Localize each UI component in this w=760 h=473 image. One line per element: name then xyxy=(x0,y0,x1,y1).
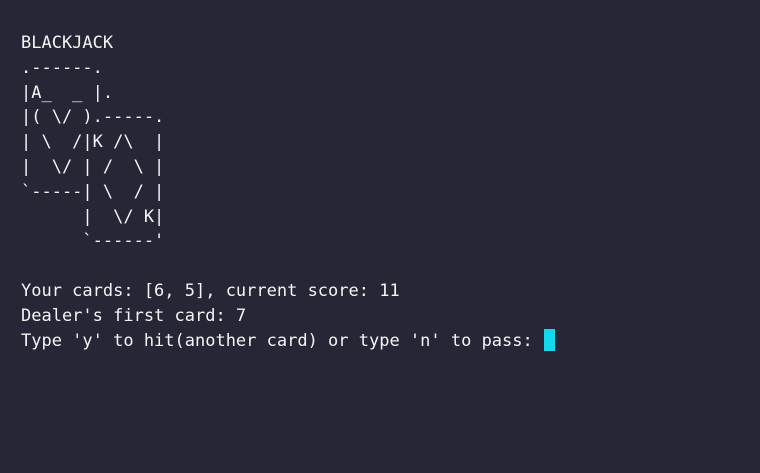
art-line: .------. xyxy=(21,57,103,78)
art-line: |A_ _ |. xyxy=(21,82,114,103)
art-line: | \/ | / \ | xyxy=(21,156,165,177)
art-line: |( \/ ).-----. xyxy=(21,107,165,128)
dealer-card-line: Dealer's first card: 7 xyxy=(21,305,247,326)
art-line: `-----| \ / | xyxy=(21,181,165,202)
art-line: `------' xyxy=(21,231,165,252)
card-ascii-art: .------. |A_ _ |. |( \/ ).-----. | \ /|K… xyxy=(21,56,760,254)
art-line: | \/ K| xyxy=(21,206,165,227)
prompt-text: Type 'y' to hit(another card) or type 'n… xyxy=(21,330,543,351)
game-title: BLACKJACK xyxy=(21,33,114,53)
your-cards-line: Your cards: [6, 5], current score: 11 xyxy=(21,280,400,301)
input-prompt-line[interactable]: Type 'y' to hit(another card) or type 'n… xyxy=(21,328,760,354)
art-line: | \ /|K /\ | xyxy=(21,132,165,153)
text-cursor[interactable] xyxy=(543,328,555,351)
terminal-window[interactable]: BLACKJACK .------. |A_ _ |. |( \/ ).----… xyxy=(0,0,760,473)
